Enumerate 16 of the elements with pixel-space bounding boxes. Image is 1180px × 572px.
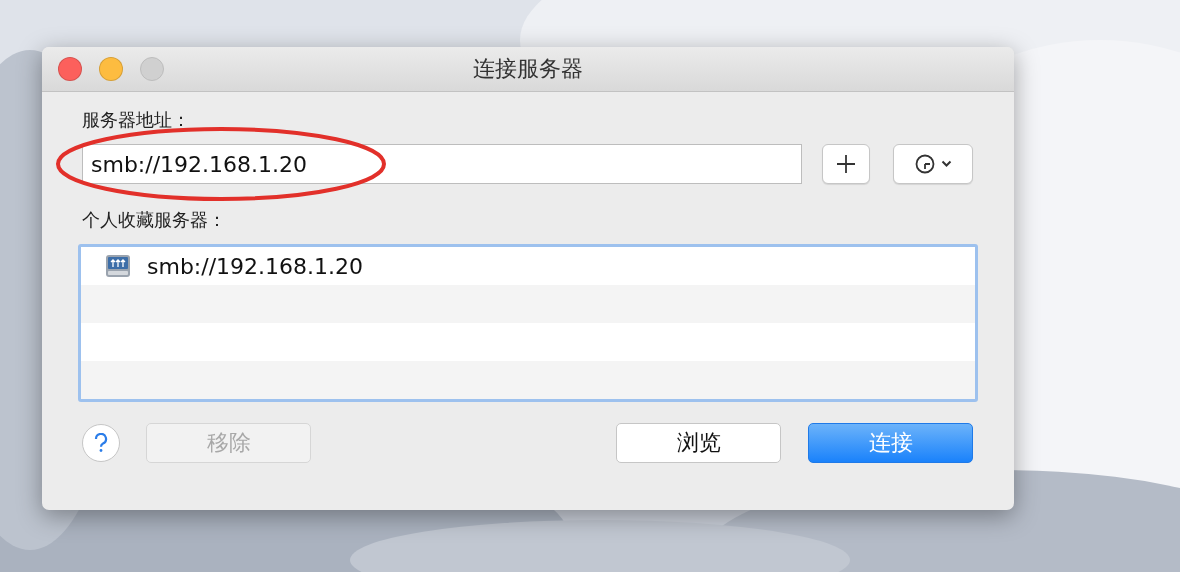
window-title: 连接服务器 xyxy=(473,55,583,83)
recent-servers-button[interactable] xyxy=(893,144,973,184)
network-drive-icon xyxy=(105,253,131,279)
plus-icon xyxy=(835,153,857,175)
question-mark-icon xyxy=(94,433,108,453)
list-label: 个人收藏服务器： xyxy=(82,208,226,232)
add-button[interactable] xyxy=(822,144,870,184)
address-field[interactable]: smb://192.168.1.20 xyxy=(82,144,802,184)
caret-icon xyxy=(941,160,952,168)
field-label: 服务器地址： xyxy=(82,108,190,132)
help-button[interactable] xyxy=(82,424,120,462)
server-address: smb://192.168.1.20 xyxy=(147,253,364,279)
clock-icon xyxy=(914,153,936,175)
browse-button[interactable]: 浏览 xyxy=(616,423,781,463)
server-list-item[interactable]: smb://192.168.1.20 xyxy=(81,253,364,279)
close-button[interactable] xyxy=(58,57,82,81)
